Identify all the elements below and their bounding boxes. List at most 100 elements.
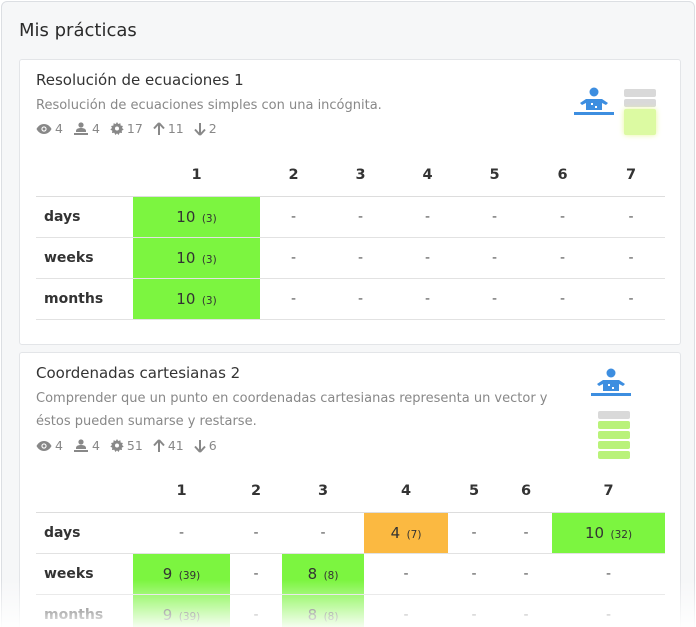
table-cell[interactable]: 9 (39) — [133, 594, 230, 627]
column-header: 1 — [133, 471, 230, 513]
battery-segment — [624, 99, 656, 107]
views-stat: 4 — [36, 438, 63, 453]
practice-card[interactable]: Resolución de ecuaciones 1 Resolución de… — [19, 59, 681, 345]
table-cell: - — [528, 278, 597, 320]
battery-segment — [624, 89, 656, 97]
table-cell: - — [327, 196, 394, 238]
column-header: 5 — [448, 471, 500, 513]
settings-count: 17 — [126, 121, 143, 136]
table-cell[interactable]: 10 (3) — [133, 278, 260, 320]
table-row: days 10 (3) - - - - - - — [36, 196, 665, 238]
column-header: 3 — [282, 471, 364, 513]
table-cell: - — [461, 196, 528, 238]
down-stat: 6 — [193, 438, 217, 453]
column-header: 7 — [597, 155, 665, 197]
students-count: 4 — [91, 121, 100, 136]
table-row: weeks 10 (3) - - - - - - — [36, 237, 665, 279]
table-cell: - — [552, 553, 665, 595]
row-label: months — [36, 594, 133, 627]
student-icon — [73, 438, 88, 452]
row-label: months — [36, 278, 133, 320]
table-cell: - — [448, 512, 500, 554]
progress-battery — [598, 411, 630, 461]
table-row: months 10 (3) - - - - - - — [36, 278, 665, 320]
column-header: 7 — [552, 471, 665, 513]
table-cell: - — [260, 237, 327, 279]
views-count: 4 — [55, 121, 63, 136]
table-cell: - — [282, 512, 364, 554]
table-cell: - — [448, 553, 500, 595]
practice-title[interactable]: Resolución de ecuaciones 1 — [36, 71, 244, 89]
table-row: weeks 9 (39) - 8 (8) - - - - — [36, 553, 665, 595]
column-header: 3 — [327, 155, 394, 197]
table-row: days - - - 4 (7) - - 10 (32) — [36, 512, 665, 554]
results-table: 1 2 3 4 5 6 7 days - - - 4 (7) - - 10 (3… — [36, 471, 665, 627]
table-cell: - — [528, 196, 597, 238]
table-cell[interactable]: 10 (32) — [552, 512, 665, 554]
column-header: 1 — [133, 155, 260, 197]
teacher-icon[interactable] — [590, 368, 632, 401]
up-count: 11 — [167, 121, 184, 136]
table-cell[interactable]: 10 (3) — [133, 196, 260, 238]
table-cell: - — [528, 237, 597, 279]
battery-segment — [598, 451, 630, 459]
settings-stat: 17 — [110, 121, 143, 136]
battery-segment — [598, 411, 630, 419]
row-label: days — [36, 512, 133, 554]
table-cell: - — [230, 553, 282, 595]
table-cell: - — [230, 594, 282, 627]
practice-stats: 4 4 51 41 6 — [36, 438, 227, 453]
table-row: months 9 (39) - 8 (8) - - - - — [36, 594, 665, 627]
practice-card[interactable]: Coordenadas cartesianas 2 Comprender que… — [19, 352, 681, 627]
arrow-down-icon — [193, 122, 206, 136]
eye-icon — [36, 440, 52, 451]
settings-stat: 51 — [110, 438, 143, 453]
row-label: weeks — [36, 553, 133, 595]
table-cell: - — [230, 512, 282, 554]
table-cell[interactable]: 8 (8) — [282, 594, 364, 627]
table-header-empty — [36, 471, 133, 513]
column-header: 4 — [364, 471, 448, 513]
students-stat: 4 — [73, 121, 100, 136]
table-cell: - — [133, 512, 230, 554]
table-cell: - — [448, 594, 500, 627]
table-cell: - — [461, 237, 528, 279]
table-cell: - — [500, 594, 552, 627]
table-cell: - — [394, 237, 461, 279]
row-label: days — [36, 196, 133, 238]
column-header: 6 — [528, 155, 597, 197]
table-cell[interactable]: 9 (39) — [133, 553, 230, 595]
table-cell[interactable]: 8 (8) — [282, 553, 364, 595]
table-cell[interactable]: 4 (7) — [364, 512, 448, 554]
down-count: 2 — [208, 121, 217, 136]
students-stat: 4 — [73, 438, 100, 453]
gear-icon — [110, 438, 124, 452]
column-header: 6 — [500, 471, 552, 513]
teacher-icon[interactable] — [573, 87, 615, 120]
table-cell: - — [461, 278, 528, 320]
arrow-down-icon — [193, 439, 206, 453]
table-cell: - — [597, 278, 665, 320]
practice-description: Resolución de ecuaciones simples con una… — [36, 98, 382, 113]
battery-segment — [598, 431, 630, 439]
arrow-up-icon — [153, 121, 165, 135]
column-header: 2 — [260, 155, 327, 197]
table-cell: - — [260, 196, 327, 238]
table-cell: - — [364, 594, 448, 627]
table-cell: - — [327, 237, 394, 279]
table-cell: - — [394, 196, 461, 238]
table-cell: - — [597, 237, 665, 279]
table-cell: - — [394, 278, 461, 320]
practice-title[interactable]: Coordenadas cartesianas 2 — [36, 364, 240, 382]
battery-fill — [624, 109, 656, 135]
table-cell: - — [552, 594, 665, 627]
table-cell: - — [500, 553, 552, 595]
views-stat: 4 — [36, 121, 63, 136]
results-table: 1 2 3 4 5 6 7 days 10 (3) - - - - - - we… — [36, 155, 665, 320]
arrow-up-icon — [153, 438, 165, 452]
students-count: 4 — [91, 438, 100, 453]
table-cell: - — [500, 512, 552, 554]
table-cell[interactable]: 10 (3) — [133, 237, 260, 279]
practice-stats: 4 4 17 11 2 — [36, 121, 227, 136]
practices-panel: Mis prácticas Resolución de ecuaciones 1… — [1, 1, 695, 627]
